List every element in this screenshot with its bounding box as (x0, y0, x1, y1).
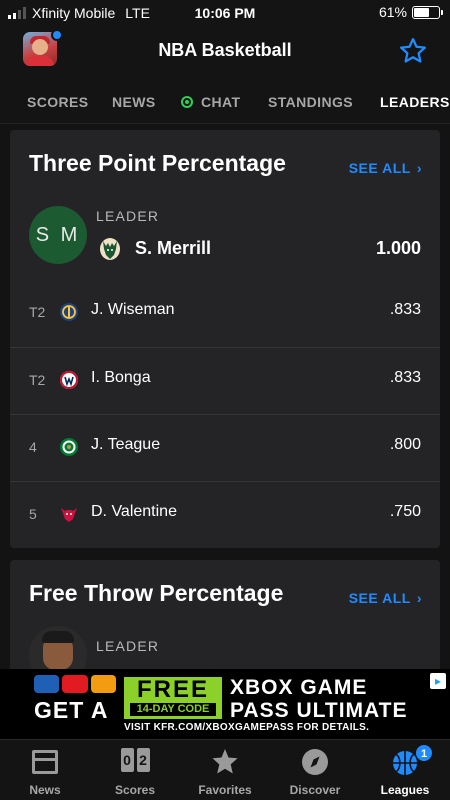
rank: 5 (29, 506, 37, 522)
see-all-link[interactable]: SEE ALL › (349, 590, 422, 606)
score-digit: 2 (136, 748, 150, 772)
rank: T2 (29, 372, 46, 388)
page-title: NBA Basketball (158, 40, 292, 60)
list-item[interactable]: T2 I. Bonga .833 (10, 347, 440, 414)
ad-free-badge: FREE 14-DAY CODE (124, 677, 222, 719)
app-header: NBA Basketball (0, 26, 450, 78)
tab-scores[interactable]: SCORES (27, 94, 89, 110)
see-all-label: SEE ALL (348, 160, 411, 176)
nav-news-label: News (29, 783, 61, 797)
chevron-right-icon: › (416, 590, 422, 606)
tab-standings[interactable]: STANDINGS (268, 94, 353, 110)
warriors-logo-icon (60, 303, 78, 321)
tab-news[interactable]: NEWS (112, 94, 156, 110)
free-throw-card: Free Throw Percentage SEE ALL › LEADER (10, 560, 440, 669)
ad-banner[interactable]: GET A FREE 14-DAY CODE XBOX GAME PASS UL… (0, 669, 450, 739)
leader-initials-avatar: S M (29, 206, 87, 264)
ad-code: 14-DAY CODE (130, 703, 216, 716)
bulls-logo-icon (61, 508, 77, 522)
bucks-logo-icon (100, 238, 120, 260)
ad-get-a: GET A (34, 697, 109, 723)
nav-scores-label: Scores (114, 783, 156, 797)
nav-discover-label: Discover (289, 783, 341, 797)
card-title: Three Point Percentage (29, 150, 286, 176)
nav-favorites[interactable]: Favorites (180, 740, 270, 800)
stat-value: .833 (389, 369, 421, 386)
see-all-label: SEE ALL (348, 590, 411, 606)
rank: 4 (29, 439, 37, 455)
adchoices-icon[interactable]: ▸ (430, 673, 446, 689)
leader-label: LEADER (96, 208, 160, 224)
live-chat-icon (181, 96, 193, 108)
rankings-list: T2 J. Wiseman .833 T2 I. Bonga .833 4 J.… (10, 280, 440, 548)
card-title: Free Throw Percentage (29, 580, 284, 606)
nav-scores[interactable]: 02 Scores (90, 740, 180, 800)
ad-line1: XBOX GAME (230, 676, 368, 699)
celtics-logo-icon (60, 438, 78, 456)
nav-favorites-label: Favorites (198, 783, 252, 797)
leaders-content[interactable]: Three Point Percentage SEE ALL › S M LEAD… (0, 124, 450, 669)
player-name: I. Bonga (91, 369, 151, 386)
leader-value: 1.000 (375, 238, 421, 258)
ad-visit: VISIT KFR.COM/XBOXGAMEPASS FOR DETAILS. (124, 722, 370, 733)
score-digit: 0 (120, 748, 134, 772)
status-bar: Xfinity Mobile LTE 10:06 PM 61% (0, 0, 450, 26)
ad-line2: PASS ULTIMATE (230, 699, 408, 722)
three-point-card: Three Point Percentage SEE ALL › S M LEAD… (10, 130, 440, 548)
player-name: J. Wiseman (91, 301, 175, 318)
nav-news[interactable]: News (0, 740, 90, 800)
leader-name: S. Merrill (135, 238, 212, 258)
see-all-link[interactable]: SEE ALL › (349, 160, 422, 176)
sponsor-logos (34, 675, 116, 695)
bottom-nav: News 02 Scores Favorites Discover 1 ▲▼ L… (0, 739, 450, 800)
tab-chat-label: CHAT (201, 94, 241, 110)
stat-value: .800 (389, 436, 421, 453)
rank: T2 (29, 304, 46, 320)
list-item[interactable]: 4 J. Teague .800 (10, 414, 440, 481)
ad-free: FREE (136, 676, 209, 703)
list-item[interactable]: 5 D. Valentine .750 (10, 481, 440, 548)
player-photo (29, 626, 87, 669)
battery-icon (412, 5, 443, 19)
newspaper-icon (32, 750, 58, 774)
leader-label: LEADER (96, 638, 160, 654)
section-tabs: SCORES NEWS CHAT STANDINGS LEADERS (0, 78, 450, 124)
notification-badge: 1 (415, 744, 433, 762)
stat-value: .750 (389, 503, 421, 520)
player-name: D. Valentine (91, 503, 177, 520)
scoreboard-icon: 02 (120, 748, 150, 776)
battery-percent: 61% (378, 4, 407, 20)
stat-value: .833 (389, 301, 421, 318)
favorite-star-icon[interactable] (398, 36, 428, 66)
player-name: J. Teague (91, 436, 161, 453)
nav-discover[interactable]: Discover (270, 740, 360, 800)
compass-icon (302, 749, 328, 775)
chevron-right-icon: › (416, 160, 422, 176)
nav-leagues[interactable]: 1 ▲▼ Leagues (360, 740, 450, 800)
wizards-logo-icon (60, 371, 78, 389)
nav-leagues-label: Leagues (380, 783, 430, 797)
tab-chat[interactable]: CHAT (181, 94, 240, 110)
tab-leaders[interactable]: LEADERS (380, 94, 450, 110)
star-icon (212, 749, 238, 774)
list-item[interactable]: T2 J. Wiseman .833 (10, 280, 440, 347)
